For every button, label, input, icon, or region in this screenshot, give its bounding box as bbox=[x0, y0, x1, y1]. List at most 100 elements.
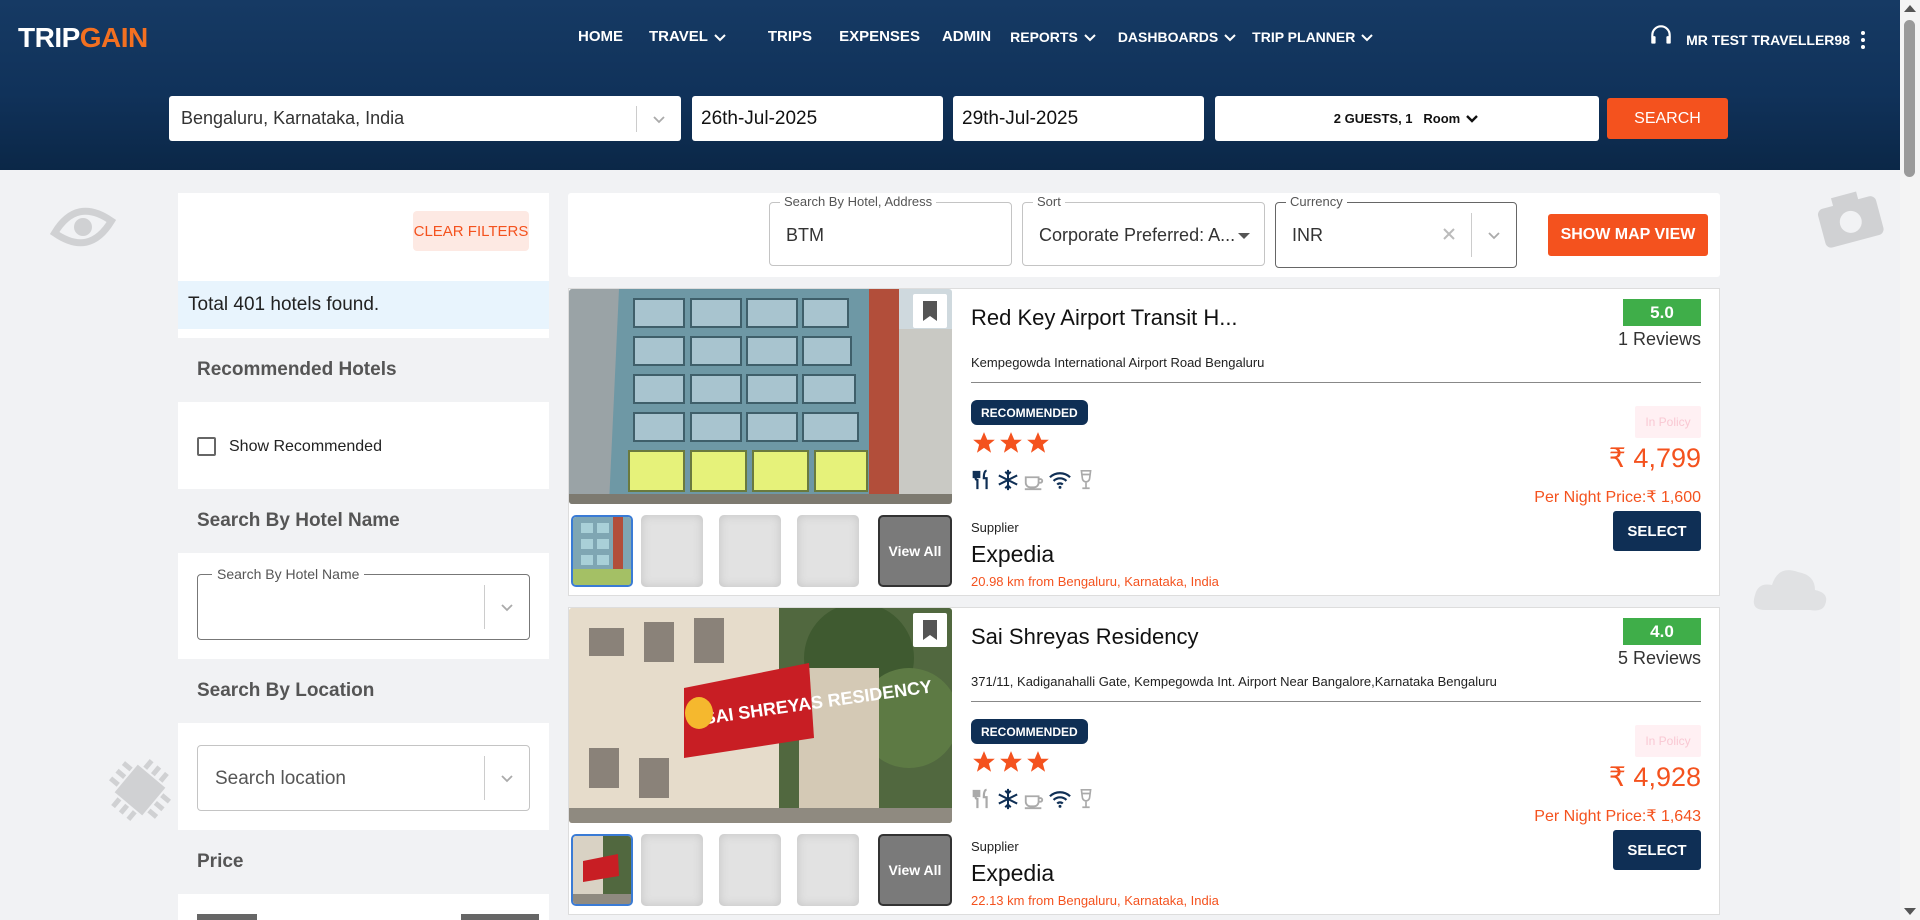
star-rating bbox=[971, 430, 1052, 456]
thumbnail-active[interactable] bbox=[571, 515, 633, 587]
divider bbox=[484, 756, 485, 800]
hotel-name[interactable]: Red Key Airport Transit H... bbox=[971, 305, 1238, 331]
chevron-down-icon[interactable] bbox=[497, 768, 517, 788]
divider bbox=[636, 106, 637, 132]
nav-expenses[interactable]: EXPENSES bbox=[839, 28, 920, 45]
clear-filters-button[interactable]: CLEAR FILTERS bbox=[413, 211, 529, 251]
ac-icon bbox=[998, 469, 1018, 491]
destination-select[interactable]: Bengaluru, Karnataka, India bbox=[169, 96, 681, 141]
select-button[interactable]: SELECT bbox=[1613, 511, 1701, 551]
restaurant-icon bbox=[972, 788, 988, 809]
scroll-up-arrow[interactable] bbox=[1904, 5, 1916, 12]
recommended-section-title: Recommended Hotels bbox=[178, 338, 549, 402]
nav-trip-planner[interactable]: TRIP PLANNER bbox=[1252, 29, 1375, 45]
hotel-name-section-title: Search By Hotel Name bbox=[178, 489, 549, 553]
thumbnail[interactable] bbox=[719, 834, 781, 906]
currency-select[interactable]: Currency INR bbox=[1275, 194, 1517, 268]
nav-home[interactable]: HOME bbox=[578, 28, 623, 45]
bookmark-button[interactable] bbox=[913, 613, 947, 647]
view-all-photos-button[interactable]: View All bbox=[878, 515, 952, 587]
nav-reports[interactable]: REPORTS bbox=[1010, 29, 1098, 45]
supplier-label: Supplier bbox=[971, 839, 1019, 854]
thumbnail[interactable] bbox=[641, 515, 703, 587]
chevron-down-icon bbox=[714, 33, 726, 41]
chevron-down-icon bbox=[1084, 33, 1096, 41]
show-recommended-checkbox[interactable]: Show Recommended bbox=[197, 437, 382, 456]
view-all-photos-button[interactable]: View All bbox=[878, 834, 952, 906]
sort-select[interactable]: Sort Corporate Preferred: A... bbox=[1022, 194, 1265, 266]
supplier-name: Expedia bbox=[971, 541, 1055, 567]
checkbox[interactable] bbox=[197, 437, 216, 456]
total-price: ₹ 4,928 bbox=[1608, 762, 1701, 792]
filter-panel: CLEAR FILTERS Total 401 hotels found. Re… bbox=[178, 193, 549, 920]
cloud-icon bbox=[1753, 570, 1827, 611]
search-button[interactable]: SEARCH bbox=[1607, 98, 1728, 139]
page-scrollbar[interactable] bbox=[1900, 0, 1920, 920]
divider bbox=[971, 701, 1701, 702]
in-policy-badge: In Policy bbox=[1635, 725, 1701, 757]
headset-icon[interactable] bbox=[1648, 22, 1674, 48]
chevron-down-icon[interactable] bbox=[1484, 225, 1504, 245]
show-map-view-button[interactable]: SHOW MAP VIEW bbox=[1548, 214, 1708, 256]
thumbnail[interactable] bbox=[641, 834, 703, 906]
recommended-badge: RECOMMENDED bbox=[971, 719, 1088, 744]
bookmark-button[interactable] bbox=[913, 294, 947, 328]
divider bbox=[971, 382, 1701, 383]
thumbnail[interactable] bbox=[719, 515, 781, 587]
hotel-card: SAI SHREYAS RESIDENCY View All Sai Shrey… bbox=[568, 607, 1720, 915]
nav-dashboards[interactable]: DASHBOARDS bbox=[1118, 29, 1238, 45]
divider bbox=[484, 585, 485, 629]
hotel-building-image bbox=[569, 289, 952, 504]
scroll-down-arrow[interactable] bbox=[1904, 908, 1916, 915]
photo-thumbnails: View All bbox=[569, 834, 952, 908]
main-nav: HOME TRAVEL TRIPS EXPENSES ADMIN REPORTS… bbox=[578, 28, 1395, 45]
review-count[interactable]: 5 Reviews bbox=[1618, 648, 1701, 669]
more-vertical-icon[interactable] bbox=[1856, 30, 1870, 50]
recommended-badge: RECOMMENDED bbox=[971, 400, 1088, 425]
user-menu[interactable]: MR TEST TRAVELLER98 bbox=[1686, 30, 1870, 50]
per-night-price: Per Night Price:₹ 1,643 bbox=[1534, 808, 1701, 825]
star-rating bbox=[971, 749, 1052, 775]
rating-badge: 4.0 bbox=[1623, 618, 1701, 645]
chevron-down-icon[interactable] bbox=[649, 109, 669, 129]
total-price: ₹ 4,799 bbox=[1608, 443, 1701, 473]
nav-trips[interactable]: TRIPS bbox=[768, 28, 812, 45]
tripgain-logo[interactable]: TRIPGAIN bbox=[18, 22, 148, 54]
top-header: TRIPGAIN HOME TRAVEL TRIPS EXPENSES ADMI… bbox=[0, 0, 1900, 170]
thumbnail[interactable] bbox=[797, 834, 859, 906]
coffee-icon bbox=[1024, 476, 1044, 491]
check-out-date[interactable]: 29th-Jul-2025 bbox=[953, 96, 1204, 141]
chevron-down-icon bbox=[1361, 33, 1374, 41]
thumbnail[interactable] bbox=[797, 515, 859, 587]
ac-icon bbox=[998, 788, 1018, 810]
user-name: MR TEST TRAVELLER98 bbox=[1686, 32, 1850, 48]
thumbnail-active[interactable] bbox=[571, 834, 633, 906]
hotel-photo[interactable] bbox=[569, 289, 952, 504]
clear-icon[interactable] bbox=[1440, 225, 1458, 243]
nav-travel[interactable]: TRAVEL bbox=[649, 28, 728, 45]
total-results: Total 401 hotels found. bbox=[178, 281, 549, 329]
guests-rooms-select[interactable]: 2 GUESTS, 1 Room bbox=[1215, 96, 1599, 141]
star-icon bbox=[1000, 751, 1022, 772]
hotel-address-search-input[interactable]: Search By Hotel, Address BTM bbox=[769, 194, 1012, 266]
hotel-name[interactable]: Sai Shreyas Residency bbox=[971, 624, 1198, 650]
hotel-building-image: SAI SHREYAS RESIDENCY bbox=[569, 608, 952, 823]
review-count[interactable]: 1 Reviews bbox=[1618, 329, 1701, 350]
nav-admin[interactable]: ADMIN bbox=[942, 28, 991, 45]
price-min-handle[interactable] bbox=[197, 914, 257, 920]
hotel-address: 371/11, Kadiganahalli Gate, Kempegowda I… bbox=[971, 674, 1497, 689]
scroll-thumb[interactable] bbox=[1904, 20, 1915, 177]
bar-icon bbox=[1080, 789, 1092, 809]
hotel-photo[interactable]: SAI SHREYAS RESIDENCY bbox=[569, 608, 952, 823]
hotel-name-select[interactable]: Search By Hotel Name bbox=[197, 566, 530, 640]
location-select[interactable]: Search location bbox=[197, 745, 530, 811]
price-max-handle[interactable] bbox=[461, 914, 539, 920]
select-button[interactable]: SELECT bbox=[1613, 830, 1701, 870]
chevron-down-icon bbox=[1466, 114, 1479, 123]
chevron-down-icon[interactable] bbox=[497, 597, 517, 617]
price-section-title: Price bbox=[178, 830, 549, 894]
amenities bbox=[971, 788, 1101, 810]
hotel-info: Red Key Airport Transit H... Kempegowda … bbox=[971, 289, 1701, 595]
check-in-date[interactable]: 26th-Jul-2025 bbox=[692, 96, 943, 141]
wifi-icon bbox=[1049, 791, 1071, 808]
